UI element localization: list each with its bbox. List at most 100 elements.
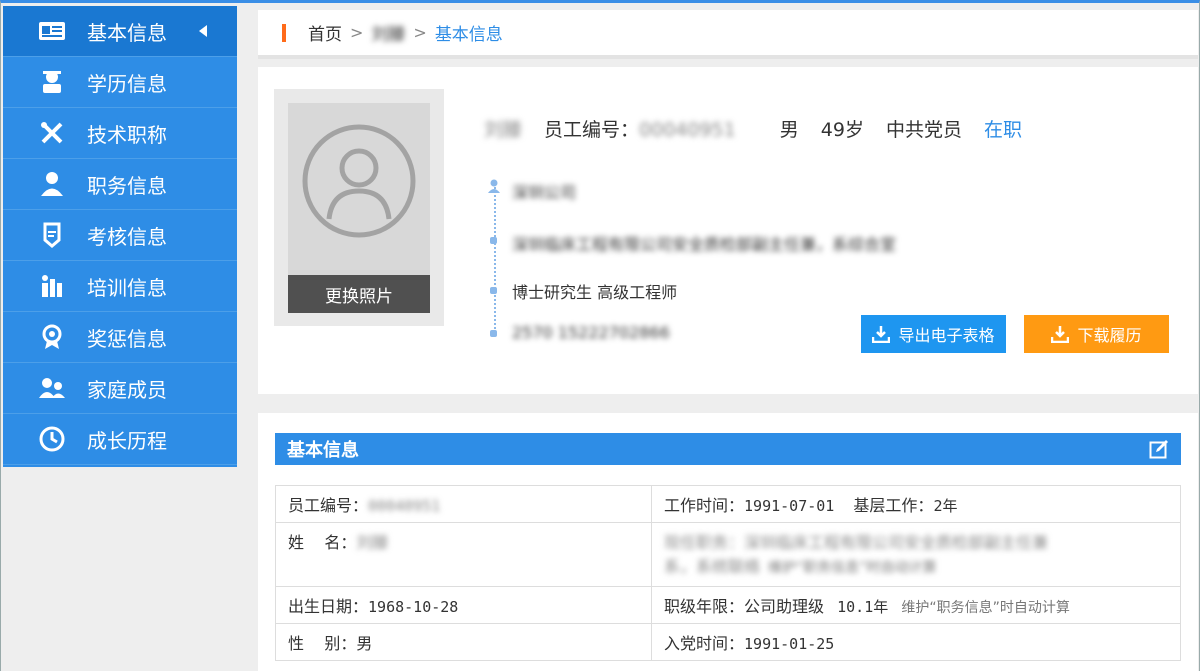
info-cell: 员工编号：00040951 (275, 485, 652, 523)
award-icon (37, 322, 67, 352)
field-label: 性 别： (288, 634, 357, 653)
change-photo-button[interactable]: 更换照片 (288, 275, 430, 313)
clock-icon (37, 424, 67, 454)
sidebar-item-rewards[interactable]: 奖惩信息 (3, 312, 237, 363)
current-post-line2: 系，系统联络 维护“职务信息”时自动计算 (664, 557, 937, 576)
training-icon (37, 271, 67, 301)
field-label: 姓 名： (288, 533, 357, 552)
breadcrumb-person-link[interactable]: 刘滕 (371, 20, 405, 45)
party: 中共党员 (885, 119, 962, 141)
basic-info-panel: 基本信息 员工编号：00040951 工作时间：1991-07-01 基层工作：… (258, 413, 1198, 671)
table-row: 姓 名：刘滕 现任职务：深圳临床工程有限公司安全质检部副主任兼 系，系统联络 维护… (275, 522, 1181, 587)
table-row: 出生日期：1968-10-28 职级年限：公司助理级 10.1年 维护“职务信息… (275, 586, 1181, 624)
breadcrumb: 首页 > 刘滕 > 基本信息 (258, 10, 1198, 59)
sidebar-item-basic-info[interactable]: 基本信息 (3, 6, 237, 57)
edit-icon[interactable] (1149, 439, 1169, 459)
field-label: 入党时间： (664, 634, 745, 653)
table-row: 性 别：男 入党时间：1991-01-25 (275, 623, 1181, 661)
field-value: 1968-10-28 (368, 598, 459, 616)
field-label: 工作时间： (664, 496, 745, 515)
field-value: 1991-07-01 (744, 497, 835, 515)
timeline-position: 深圳临床工程有限公司安全质检部副主任兼，系综合室 (512, 235, 897, 254)
breadcrumb-home-link[interactable]: 首页 (308, 20, 342, 45)
sidebar-item-label: 培训信息 (87, 275, 167, 300)
info-cell: 现任职务：深圳临床工程有限公司安全质检部副主任兼 系，系统联络 维护“职务信息”时… (651, 522, 1181, 587)
breadcrumb-separator: > (350, 23, 364, 42)
breadcrumb-marker (282, 23, 286, 42)
sidebar-item-family[interactable]: 家庭成员 (3, 363, 237, 414)
field-value: 10.1年 (837, 598, 889, 616)
sidebar-item-label: 基本信息 (87, 20, 167, 45)
employment-status: 在职 (983, 119, 1022, 141)
breadcrumb-separator: > (413, 23, 427, 42)
field-value: 1991-01-25 (744, 635, 835, 653)
field-label: 出生日期： (288, 597, 369, 616)
avatar-placeholder-icon (302, 124, 416, 238)
timeline-line (494, 187, 496, 333)
field-value: 男 (356, 634, 373, 653)
field-value: 刘滕 (356, 533, 389, 552)
field-label: 职级年限： (664, 597, 745, 616)
panel-title: 基本信息 (287, 440, 359, 461)
sidebar-item-training[interactable]: 培训信息 (3, 261, 237, 312)
sidebar-item-education[interactable]: 学历信息 (3, 57, 237, 108)
profile-summary: 刘滕 员工编号：00040951 男 49岁 中共党员 在职 (484, 115, 1044, 142)
timeline-org: 深圳公司 (512, 183, 577, 202)
sidebar-item-label: 学历信息 (87, 71, 167, 96)
timeline-contact: 2570 15222702866 (512, 323, 670, 342)
user-tie-icon (37, 169, 67, 199)
family-icon (37, 373, 67, 403)
sidebar-item-label: 奖惩信息 (87, 326, 167, 351)
employee-no: 员工编号：00040951 (544, 115, 758, 142)
sidebar-item-label: 职务信息 (87, 173, 167, 198)
sidebar-item-label: 家庭成员 (87, 377, 167, 402)
sidebar-item-position[interactable]: 职务信息 (3, 159, 237, 210)
app-frame: 基本信息 学历信息 技术职称 职务信息 考核信息 培训信息 奖惩信息 家庭成员 … (0, 0, 1200, 671)
photo-frame: 更换照片 (274, 89, 444, 326)
timeline-dot (490, 287, 497, 294)
collapse-arrow-icon[interactable] (199, 25, 207, 37)
sidebar-item-label: 考核信息 (87, 224, 167, 249)
sidebar-item-technical-title[interactable]: 技术职称 (3, 108, 237, 159)
export-spreadsheet-label: 导出电子表格 (898, 326, 995, 345)
person-icon (488, 179, 500, 193)
graduate-icon (37, 67, 67, 97)
tools-icon (37, 118, 67, 148)
auto-calc-hint: 维护“职务信息”时自动计算 (901, 600, 1070, 616)
info-cell: 出生日期：1968-10-28 (275, 586, 652, 624)
export-spreadsheet-button[interactable]: 导出电子表格 (861, 315, 1006, 353)
current-post-line1: 现任职务：深圳临床工程有限公司安全质检部副主任兼 (664, 533, 1049, 552)
timeline-dot (490, 237, 497, 244)
basic-info-header: 基本信息 (275, 433, 1181, 465)
field-value: 公司助理级 (744, 597, 825, 616)
breadcrumb-current: 基本信息 (434, 25, 503, 45)
field-label: 员工编号： (288, 496, 369, 515)
timeline-education-title: 博士研究生 高级工程师 (512, 283, 678, 302)
field-label: 基层工作： (853, 496, 934, 515)
sidebar-item-label: 技术职称 (87, 122, 167, 147)
sidebar-nav: 基本信息 学历信息 技术职称 职务信息 考核信息 培训信息 奖惩信息 家庭成员 … (3, 6, 237, 467)
table-row: 员工编号：00040951 工作时间：1991-07-01 基层工作：2年 (275, 485, 1181, 523)
download-icon (872, 326, 891, 343)
info-cell: 职级年限：公司助理级 10.1年 维护“职务信息”时自动计算 (651, 586, 1181, 624)
employee-no-value: 00040951 (639, 119, 736, 141)
employee-no-label: 员工编号： (544, 119, 640, 141)
field-value: 2年 (933, 497, 958, 515)
id-card-icon (37, 16, 67, 46)
info-cell: 姓 名：刘滕 (275, 522, 652, 587)
age: 49岁 (820, 119, 864, 141)
info-cell: 入党时间：1991-01-25 (651, 623, 1181, 661)
sidebar-item-assessment[interactable]: 考核信息 (3, 210, 237, 261)
assessment-icon (37, 220, 67, 250)
sidebar-item-label: 成长历程 (87, 428, 167, 453)
sidebar-item-growth[interactable]: 成长历程 (3, 414, 237, 465)
profile-card: 更换照片 刘滕 员工编号：00040951 男 49岁 中共党员 在职 深圳公司… (258, 67, 1198, 394)
timeline-dot (490, 330, 497, 337)
download-resume-label: 下载履历 (1077, 326, 1142, 345)
download-resume-button[interactable]: 下载履历 (1024, 315, 1169, 353)
info-cell: 性 别：男 (275, 623, 652, 661)
field-value: 00040951 (368, 497, 441, 515)
info-cell: 工作时间：1991-07-01 基层工作：2年 (651, 485, 1181, 523)
download-icon (1051, 326, 1070, 343)
employee-name: 刘滕 (484, 119, 523, 141)
